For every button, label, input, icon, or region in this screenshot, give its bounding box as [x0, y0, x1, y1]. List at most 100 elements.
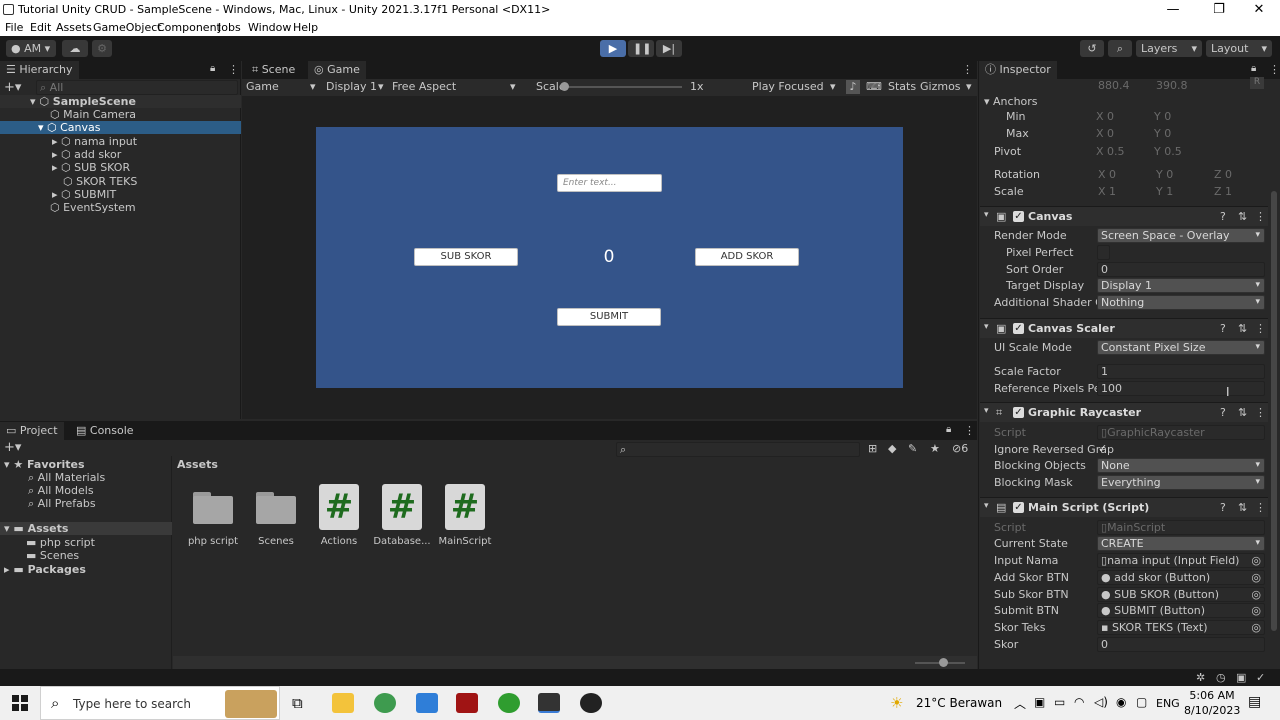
folder-icon[interactable]: [256, 492, 296, 524]
search-by-type-icon[interactable]: ⊞: [868, 442, 877, 455]
menu-assets[interactable]: Assets: [56, 21, 92, 34]
windows-start-icon[interactable]: [12, 695, 28, 711]
folder-scenes[interactable]: ▬ Scenes: [26, 549, 79, 562]
shortcuts-icon[interactable]: ⌨: [866, 80, 882, 93]
pivot-x[interactable]: X 0.5: [1096, 145, 1125, 158]
folder-icon[interactable]: [193, 492, 233, 524]
sort-order-input[interactable]: 0: [1097, 262, 1265, 277]
foldout-arrow-icon[interactable]: ▾: [984, 210, 989, 220]
favorite-star-icon[interactable]: ★: [930, 442, 940, 455]
bug-icon[interactable]: ✲: [1196, 671, 1205, 684]
unity-app-icon[interactable]: [538, 693, 560, 713]
ui-scale-mode-dropdown[interactable]: Constant Pixel Size: [1097, 340, 1265, 355]
label-icon[interactable]: ✎: [908, 442, 917, 455]
scale-y[interactable]: Y 1: [1156, 185, 1173, 198]
favorites-folder[interactable]: ▾ ★ Favorites: [4, 458, 85, 471]
file-explorer-icon[interactable]: [332, 693, 354, 713]
current-state-dropdown[interactable]: CREATE: [1097, 536, 1265, 551]
skor-input[interactable]: 0: [1097, 637, 1265, 652]
hierarchy-item-nama-input[interactable]: ▸ ⬡ nama input: [52, 135, 137, 148]
anchor-max-x[interactable]: X 0: [1096, 127, 1114, 140]
scale-slider-handle[interactable]: [560, 82, 569, 91]
tab-inspector[interactable]: ⓘ Inspector: [979, 61, 1057, 79]
more-icon[interactable]: ⋮: [964, 424, 975, 437]
scale-x[interactable]: X 1: [1098, 185, 1116, 198]
menu-gameobject[interactable]: GameObject: [93, 21, 162, 34]
create-asset-icon[interactable]: +▾: [4, 440, 21, 455]
hidden-packages-count[interactable]: ⊘6: [952, 442, 968, 455]
volume-icon[interactable]: ◁): [1094, 695, 1108, 709]
cache-icon[interactable]: ▣: [1236, 671, 1246, 684]
more-icon[interactable]: ⋮: [1269, 63, 1280, 76]
pause-button[interactable]: ❚❚: [628, 40, 654, 57]
tray-chevron-icon[interactable]: ︿: [1014, 695, 1026, 712]
main-script-enabled-checkbox[interactable]: ✓: [1013, 502, 1024, 513]
hierarchy-item-sub-skor[interactable]: ▸ ⬡ SUB SKOR: [52, 161, 130, 174]
csharp-script-icon[interactable]: #: [382, 484, 422, 530]
submit-button[interactable]: SUBMIT: [557, 308, 661, 326]
aspect-dropdown[interactable]: Free Aspect ▾: [392, 80, 522, 93]
mute-audio-icon[interactable]: ♪: [846, 80, 860, 94]
hierarchy-item-canvas[interactable]: ▾ ⬡ Canvas: [0, 121, 241, 134]
inspector-scrollbar[interactable]: [1271, 191, 1277, 631]
hierarchy-item-main-camera[interactable]: ⬡ Main Camera: [50, 108, 136, 121]
tray-app-icon[interactable]: ▣: [1034, 695, 1045, 709]
scale-z[interactable]: Z 1: [1214, 185, 1232, 198]
assets-folder[interactable]: ▾ ▬ Assets: [0, 522, 172, 535]
input-nama-object-field[interactable]: ▯nama input (Input Field) ◎: [1097, 553, 1265, 568]
lock-icon[interactable]: 🔒︎: [1251, 63, 1256, 74]
tab-console[interactable]: ▤ Console: [70, 422, 140, 440]
skor-teks-object-field[interactable]: ▪ SKOR TEKS (Text) ◎: [1097, 620, 1265, 635]
favorite-all-models[interactable]: ⌕ All Models: [28, 484, 94, 497]
rotation-z[interactable]: Z 0: [1214, 168, 1232, 181]
scale-factor-input[interactable]: 1: [1097, 364, 1265, 379]
battery-icon[interactable]: ▭: [1054, 695, 1065, 709]
project-search-input[interactable]: ⌕: [616, 442, 860, 457]
presets-icon[interactable]: ⇅: [1238, 322, 1247, 335]
layers-dropdown[interactable]: Layers ▾: [1136, 40, 1202, 57]
render-mode-dropdown[interactable]: Screen Space - Overlay: [1097, 228, 1265, 243]
play-button[interactable]: ▶: [600, 40, 626, 57]
clock-time[interactable]: 5:06 AM: [1184, 689, 1240, 702]
more-icon[interactable]: ⋮: [962, 63, 973, 76]
obs-icon[interactable]: [580, 693, 602, 713]
reference-pixels-input[interactable]: 100: [1097, 381, 1265, 396]
add-skor-btn-object-field[interactable]: ● add skor (Button) ◎: [1097, 570, 1265, 585]
display-icon[interactable]: ▢: [1136, 695, 1147, 709]
shader-channels-dropdown[interactable]: Nothing: [1097, 295, 1265, 310]
menu-file[interactable]: File: [5, 21, 23, 34]
favorite-all-materials[interactable]: ⌕ All Materials: [28, 471, 105, 484]
submit-btn-object-field[interactable]: ● SUBMIT (Button) ◎: [1097, 603, 1265, 618]
lock-icon[interactable]: 🔒︎: [210, 63, 215, 74]
game-mode-dropdown[interactable]: Game ▾: [246, 80, 320, 93]
lock-icon[interactable]: 🔒︎: [946, 424, 951, 435]
filter-icon[interactable]: ◆: [888, 442, 896, 455]
layout-dropdown[interactable]: Layout ▾: [1206, 40, 1272, 57]
hierarchy-item-scene[interactable]: ▾ ⬡ SampleScene: [0, 95, 241, 108]
auto-generate-icon[interactable]: ✓: [1256, 671, 1265, 684]
foldout-arrow-icon[interactable]: ▾: [984, 501, 989, 511]
ignore-reversed-checkbox[interactable]: ✓: [1098, 443, 1110, 455]
menu-edit[interactable]: Edit: [30, 21, 51, 34]
close-button[interactable]: ✕: [1236, 0, 1280, 20]
anchor-min-x[interactable]: X 0: [1096, 110, 1114, 123]
step-button[interactable]: ▶|: [656, 40, 682, 57]
hierarchy-item-eventsystem[interactable]: ⬡ EventSystem: [50, 201, 136, 214]
menu-help[interactable]: Help: [293, 21, 318, 34]
blocking-mask-dropdown[interactable]: Everything: [1097, 475, 1265, 490]
pivot-y[interactable]: Y 0.5: [1154, 145, 1182, 158]
hierarchy-item-add-skor[interactable]: ▸ ⬡ add skor: [52, 148, 121, 161]
tab-game[interactable]: ◎ Game: [308, 61, 366, 79]
menu-component[interactable]: Component: [157, 21, 221, 34]
xbox-icon[interactable]: [498, 693, 520, 713]
app-red-icon[interactable]: [456, 693, 478, 713]
target-display-dropdown[interactable]: Display 1: [1097, 278, 1265, 293]
anchors-foldout[interactable]: ▾ Anchors: [984, 95, 1038, 108]
help-icon[interactable]: ?: [1220, 210, 1226, 223]
stats-button[interactable]: Stats: [888, 80, 916, 93]
component-menu-icon[interactable]: ⋮: [1255, 406, 1266, 419]
rotation-x[interactable]: X 0: [1098, 168, 1116, 181]
component-menu-icon[interactable]: ⋮: [1255, 210, 1266, 223]
presets-icon[interactable]: ⇅: [1238, 501, 1247, 514]
help-icon[interactable]: ?: [1220, 406, 1226, 419]
